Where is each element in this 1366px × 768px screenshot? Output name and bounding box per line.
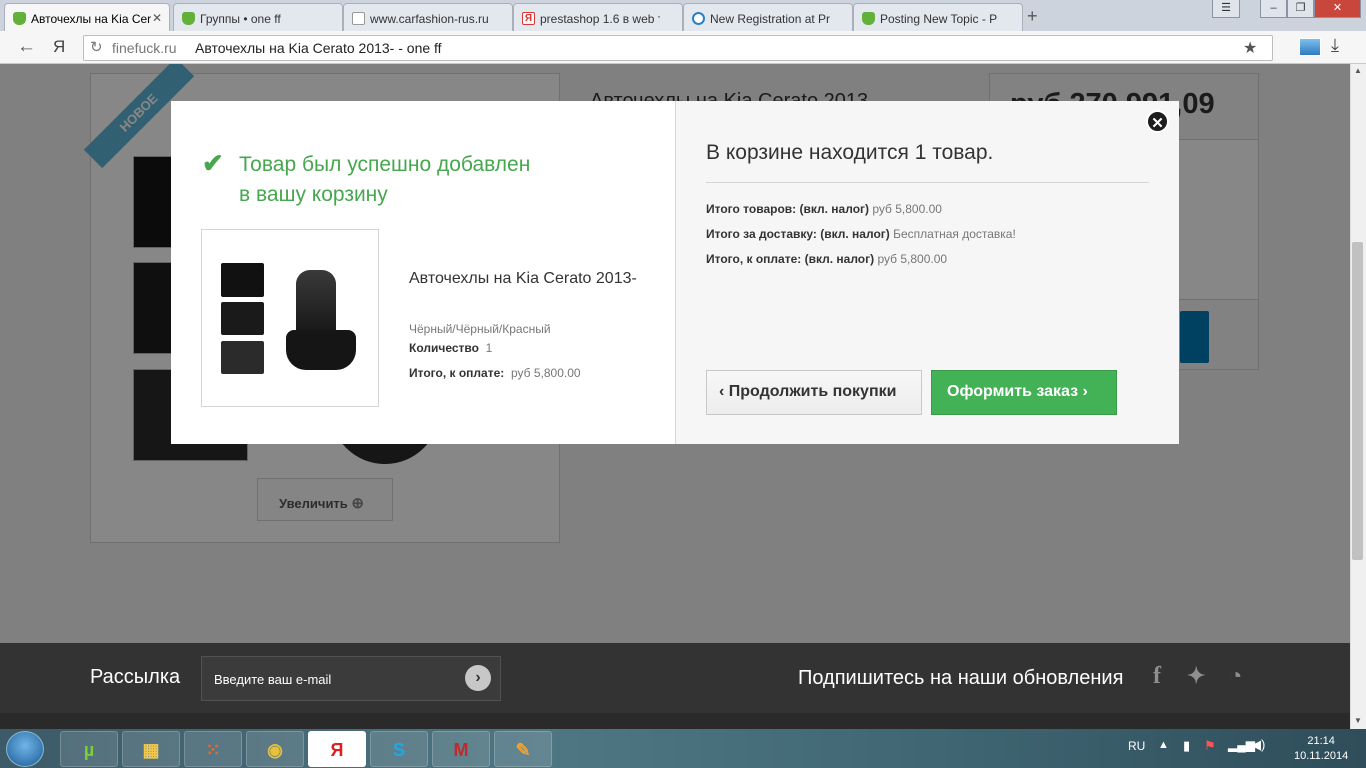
tab-registration[interactable]: New Registration at Pr	[683, 3, 853, 31]
tab-title: Авточехлы на Kia Cera	[31, 12, 151, 26]
newsletter-label: Рассылка	[90, 666, 181, 688]
user-menu-icon[interactable]: ☰	[1212, 0, 1240, 18]
skype-icon[interactable]: S	[370, 731, 428, 767]
page-info-icon[interactable]: ↻	[90, 38, 103, 56]
battery-icon[interactable]: ▮	[1183, 738, 1190, 754]
tab-title: prestashop 1.6 в web т	[540, 12, 660, 26]
tab-current[interactable]: Авточехлы на Kia Cera ✕	[4, 3, 170, 31]
clock[interactable]: 21:14 10.11.2014	[1294, 734, 1348, 764]
tab-title: New Registration at Pr	[710, 12, 830, 26]
volume-icon[interactable]: ◀)	[1251, 737, 1265, 753]
color-swatch	[221, 302, 264, 335]
cart-row-products: Итого товаров: (вкл. налог) руб 5,800.00	[706, 202, 942, 216]
maximize-icon[interactable]: ❐	[1287, 0, 1314, 18]
tray-expand-icon[interactable]: ▲	[1158, 739, 1169, 751]
utorrent-icon[interactable]: µ	[60, 731, 118, 767]
yandex-home-icon[interactable]: Я	[53, 37, 65, 57]
minimize-icon[interactable]: ‒	[1260, 0, 1287, 18]
modal-product-total: Итого, к оплате: руб 5,800.00	[409, 366, 581, 380]
tab-groups[interactable]: Группы • one ff	[173, 3, 343, 31]
yandex-icon[interactable]: Я	[308, 731, 366, 767]
cart-row-label: Итого за доставку: (вкл. налог)	[706, 227, 890, 241]
address-page-title: Авточехлы на Kia Cerato 2013- - one ff	[195, 40, 442, 56]
success-message: Товар был успешно добавлен в вашу корзин…	[239, 153, 531, 206]
frog-favicon-icon	[862, 12, 875, 25]
chrome-icon[interactable]: ◉	[246, 731, 304, 767]
footer-bottom-strip	[0, 713, 1350, 729]
window-close-icon[interactable]: ✕	[1314, 0, 1361, 18]
cart-heading: В корзине находится 1 товар.	[706, 141, 994, 164]
tab-title: Группы • one ff	[200, 12, 281, 26]
continue-shopping-button[interactable]: ‹ Продолжить покупки	[706, 370, 922, 415]
scroll-up-icon[interactable]: ▲	[1354, 66, 1362, 75]
quantity-label: Количество	[409, 341, 479, 355]
new-tab-button[interactable]: +	[1027, 6, 1038, 27]
network-error-icon[interactable]: ⚑	[1204, 738, 1216, 754]
tab-prestashop[interactable]: Я prestashop 1.6 в web т	[513, 3, 683, 31]
tab-close-icon[interactable]: ✕	[152, 11, 162, 25]
scroll-down-icon[interactable]: ▼	[1354, 716, 1362, 725]
download-icon[interactable]: ⤓	[1331, 35, 1339, 56]
modal-quantity: Количество 1	[409, 341, 492, 355]
address-bar[interactable]: ↻ finefuck.ru Авточехлы на Kia Cerato 20…	[83, 35, 1273, 61]
checkout-button[interactable]: Оформить заказ ›	[931, 370, 1117, 415]
modal-product-name: Авточехлы на Kia Cerato 2013-	[409, 270, 637, 287]
color-swatch	[221, 341, 264, 374]
total-label: Итого, к оплате:	[409, 366, 505, 380]
total-value: руб 5,800.00	[510, 366, 581, 380]
chevron-left-icon: ‹	[719, 383, 725, 400]
cart-row-label: Итого товаров: (вкл. налог)	[706, 202, 870, 216]
address-domain: finefuck.ru	[112, 40, 177, 56]
tab-title: Posting New Topic - P	[880, 12, 998, 26]
globe-favicon-icon	[692, 12, 705, 25]
subscribe-label: Подпишитесь на наши обновления	[798, 667, 1124, 689]
cart-row-value: Бесплатная доставка!	[893, 227, 1016, 241]
rss-icon[interactable]: ◔	[1229, 663, 1242, 689]
cart-divider	[706, 182, 1149, 183]
facebook-icon[interactable]: f	[1153, 663, 1161, 690]
clock-time: 21:14	[1307, 735, 1335, 747]
tab-title: www.carfashion-rus.ru	[370, 12, 489, 26]
checkout-label: Оформить заказ	[947, 383, 1079, 400]
newsletter-submit-icon[interactable]: ›	[465, 665, 491, 691]
image-extension-icon[interactable]	[1299, 38, 1321, 56]
frog-favicon-icon	[182, 12, 195, 25]
checkmark-icon: ✔	[202, 148, 224, 178]
start-button-icon[interactable]	[6, 731, 44, 767]
mcafee-icon[interactable]: M	[432, 731, 490, 767]
scrollbar-thumb[interactable]	[1352, 242, 1363, 560]
clock-date: 10.11.2014	[1294, 750, 1349, 762]
twitter-icon[interactable]: ✦	[1187, 663, 1205, 689]
explorer-icon[interactable]: ▦	[122, 731, 180, 767]
cart-row-shipping: Итого за доставку: (вкл. налог) Бесплатн…	[706, 227, 1016, 241]
modal-product-image	[201, 229, 379, 407]
cart-row-value: руб 5,800.00	[872, 202, 942, 216]
back-arrow-icon[interactable]: ←	[17, 36, 36, 58]
tab-posting[interactable]: Posting New Topic - P	[853, 3, 1023, 31]
quantity-value: 1	[485, 341, 493, 355]
frog-favicon-icon	[13, 12, 26, 25]
newsletter-email-input[interactable]: Введите ваш e-mail	[201, 656, 501, 701]
yandex-favicon-icon: Я	[522, 12, 535, 25]
bookmark-star-icon[interactable]: ★	[1243, 38, 1257, 58]
cart-row-value: руб 5,800.00	[877, 252, 948, 266]
continue-label: Продолжить покупки	[728, 383, 897, 400]
color-swatch	[221, 263, 264, 297]
chevron-right-icon: ›	[1082, 383, 1088, 400]
apps-grid-icon[interactable]: ⁙	[184, 731, 242, 767]
modal-close-icon[interactable]: ✕	[1146, 110, 1169, 133]
modal-product-attributes: Чёрный/Чёрный/Красный	[409, 322, 551, 336]
language-indicator[interactable]: RU	[1128, 739, 1145, 753]
cart-row-total: Итого, к оплате: (вкл. налог) руб 5,800.…	[706, 252, 947, 266]
cart-row-label: Итого, к оплате: (вкл. налог)	[706, 252, 875, 266]
document-favicon-icon	[352, 12, 365, 25]
tab-carfashion[interactable]: www.carfashion-rus.ru	[343, 3, 513, 31]
seat-cushion-shape	[286, 330, 356, 370]
paint-icon[interactable]: ✎	[494, 731, 552, 767]
